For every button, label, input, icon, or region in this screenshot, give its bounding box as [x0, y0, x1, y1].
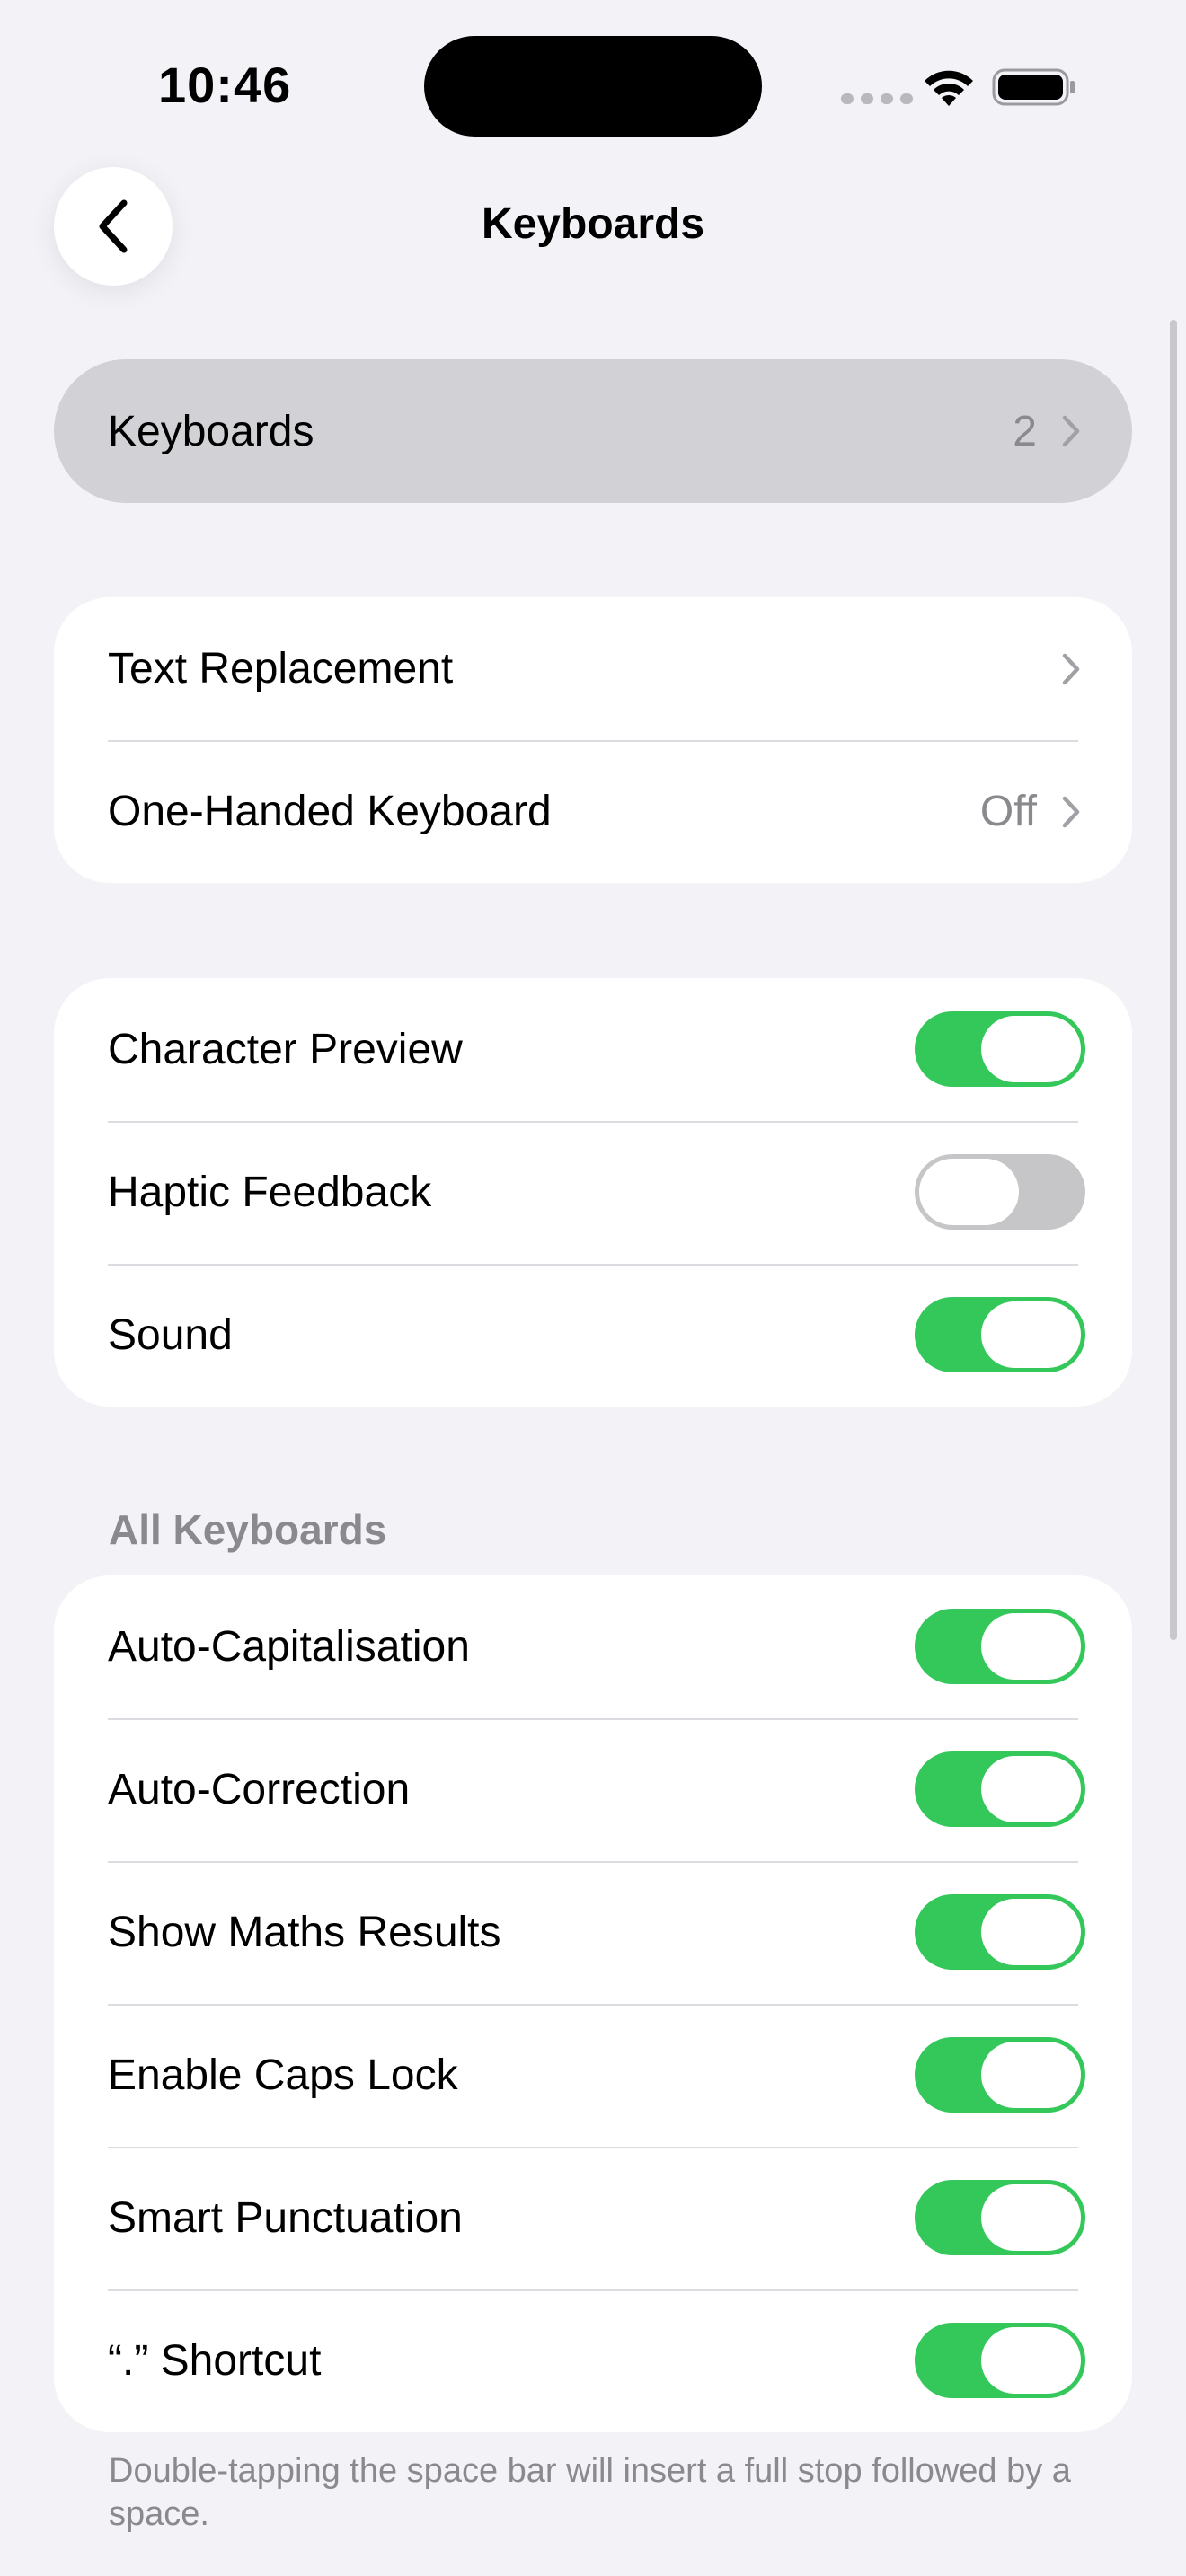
- full-stop-shortcut-row: “.” Shortcut: [54, 2289, 1132, 2432]
- cellular-signal-icon: [841, 93, 913, 104]
- chevron-right-icon: [1062, 796, 1080, 827]
- status-time: 10:46: [158, 57, 292, 113]
- smart-punctuation-row: Smart Punctuation: [54, 2147, 1132, 2289]
- sound-toggle[interactable]: [915, 1297, 1085, 1372]
- text-replacement-row[interactable]: Text Replacement: [54, 597, 1132, 740]
- auto-correction-toggle[interactable]: [915, 1751, 1085, 1827]
- scroll-indicator: [1170, 320, 1177, 1640]
- auto-capitalisation-row: Auto-Capitalisation: [54, 1575, 1132, 1718]
- haptic-feedback-row: Haptic Feedback: [54, 1121, 1132, 1264]
- auto-capitalisation-toggle[interactable]: [915, 1609, 1085, 1684]
- character-preview-row: Character Preview: [54, 978, 1132, 1121]
- show-maths-results-toggle[interactable]: [915, 1894, 1085, 1970]
- enable-caps-lock-row: Enable Caps Lock: [54, 2004, 1132, 2147]
- wifi-icon: [925, 70, 973, 106]
- page-title: Keyboards: [481, 200, 705, 248]
- show-maths-results-row: Show Maths Results: [54, 1861, 1132, 2004]
- keyboards-row-label: Keyboards: [108, 407, 314, 455]
- keyboards-group: Keyboards 2: [54, 359, 1132, 503]
- character-preview-toggle[interactable]: [915, 1011, 1085, 1087]
- chevron-right-icon: [1062, 653, 1080, 684]
- all-keyboards-header: All Keyboards: [109, 1506, 387, 1553]
- auto-correction-row: Auto-Correction: [54, 1718, 1132, 1861]
- battery-icon: [992, 68, 1075, 106]
- one-handed-keyboard-value: Off: [979, 788, 1037, 835]
- keyboards-count: 2: [1013, 407, 1037, 455]
- status-icons: [836, 63, 1087, 108]
- enable-caps-lock-toggle[interactable]: [915, 2037, 1085, 2113]
- one-handed-keyboard-label: One-Handed Keyboard: [108, 788, 552, 835]
- one-handed-keyboard-row[interactable]: One-Handed Keyboard Off: [54, 740, 1132, 883]
- full-stop-shortcut-toggle[interactable]: [915, 2323, 1085, 2398]
- haptic-feedback-toggle[interactable]: [915, 1154, 1085, 1230]
- sound-row: Sound: [54, 1264, 1132, 1407]
- all-keyboards-group: Auto-Capitalisation Auto-Correction Show…: [54, 1575, 1132, 2432]
- dynamic-island: [424, 36, 762, 137]
- shortcut-footer-note: Double-tapping the space bar will insert…: [109, 2452, 1071, 2533]
- keyboards-settings-screen: 10:46 Keyboards Keyboards 2 Text Replace…: [0, 0, 1186, 2576]
- smart-punctuation-toggle[interactable]: [915, 2180, 1085, 2255]
- text-options-group: Text Replacement One-Handed Keyboard Off: [54, 597, 1132, 883]
- keyboards-row[interactable]: Keyboards 2: [54, 359, 1132, 503]
- text-replacement-label: Text Replacement: [108, 645, 454, 693]
- chevron-right-icon: [1062, 415, 1080, 447]
- feedback-group: Character Preview Haptic Feedback Sound: [54, 978, 1132, 1407]
